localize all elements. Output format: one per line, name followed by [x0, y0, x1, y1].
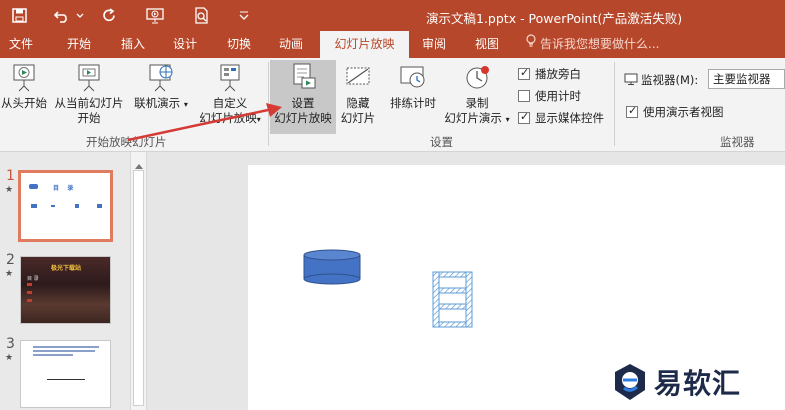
monitor-icon — [624, 73, 638, 88]
tab-file[interactable]: 文件 — [0, 31, 42, 58]
slide-thumbnail-3[interactable] — [20, 340, 111, 408]
tab-design[interactable]: 设计 — [162, 31, 208, 58]
tab-home[interactable]: 开始 — [56, 31, 102, 58]
setup-group-label: 设置 — [430, 135, 453, 149]
tab-review[interactable]: 审阅 — [412, 31, 456, 58]
thumb-text-line — [33, 354, 73, 356]
play-narrations-checkbox[interactable]: 播放旁白 — [518, 66, 581, 82]
show-media-controls-checkbox[interactable]: 显示媒体控件 — [518, 110, 604, 126]
play-narrations-check-box[interactable] — [518, 66, 530, 80]
monitor-selector-label: 监视器(M): — [624, 72, 698, 88]
tell-me-search[interactable]: 告诉我您想要做什么... — [526, 31, 659, 58]
thumb-text-line — [33, 350, 95, 352]
save-icon[interactable] — [8, 0, 30, 31]
shelf-shape[interactable] — [432, 271, 474, 329]
monitor-select[interactable]: 主要监视器 — [708, 69, 785, 89]
from-current-slide-label-2: 开始 — [77, 111, 101, 125]
thumb-shape — [31, 204, 37, 208]
show-media-controls-label: 显示媒体控件 — [535, 111, 604, 125]
rehearse-timings-label: 排练计时 — [390, 96, 436, 110]
use-timings-label: 使用计时 — [535, 89, 581, 103]
thumb-shape — [29, 184, 38, 189]
custom-slideshow-icon — [194, 60, 266, 96]
watermark-logo-icon — [615, 364, 645, 400]
thumb-shape — [51, 205, 55, 207]
slide-star-icon: ★ — [5, 269, 14, 279]
title-bar: 演示文稿1.pptx - PowerPoint(产品激活失败) — [0, 0, 785, 31]
record-slideshow-button[interactable]: 录制 幻灯片演示 ▾ — [440, 60, 514, 134]
tab-slideshow[interactable]: 幻灯片放映 — [320, 31, 409, 58]
annotation-arrow — [127, 103, 282, 142]
rehearse-timings-icon — [386, 60, 440, 96]
record-slideshow-label-1: 录制 — [465, 96, 489, 110]
presenter-view-check-box[interactable] — [626, 104, 638, 118]
site-watermark: 易软汇 — [612, 362, 741, 402]
from-beginning-label: 从头开始 — [1, 96, 47, 110]
redo-icon[interactable] — [98, 0, 120, 31]
slide-thumbnails-pane: 1 ★ 目 录 2 ★ 极光下载站 目 录 3 ★ — [0, 152, 130, 410]
from-current-slide-icon — [50, 60, 128, 96]
hide-slide-button[interactable]: 隐藏 幻灯片 — [338, 60, 378, 134]
thumb-shape — [27, 291, 32, 294]
tab-transitions[interactable]: 切换 — [216, 31, 262, 58]
customize-qat-icon[interactable] — [236, 0, 252, 31]
slide-thumbnail-2[interactable]: 极光下载站 目 录 — [20, 256, 111, 324]
record-slideshow-icon — [440, 60, 514, 96]
thumbnails-scrollbar[interactable] — [130, 152, 147, 410]
thumb-banner: 极光下载站 — [51, 265, 82, 272]
setup-slideshow-icon — [270, 60, 336, 96]
record-slideshow-label-2: 幻灯片演示 ▾ — [444, 111, 510, 125]
presenter-view-checkbox[interactable]: 使用演示者视图 — [626, 104, 724, 120]
thumb-shape — [27, 283, 32, 286]
slide-star-icon: ★ — [5, 353, 14, 363]
thumb-shape — [75, 204, 79, 208]
tell-me-placeholder: 告诉我您想要做什么... — [540, 37, 660, 51]
tab-view[interactable]: 视图 — [464, 31, 510, 58]
hide-slide-icon — [338, 60, 378, 96]
slide-thumbnail-1[interactable]: 目 录 — [18, 170, 113, 242]
window-title: 演示文稿1.pptx - PowerPoint(产品激活失败) — [426, 11, 683, 26]
lightbulb-icon — [526, 31, 536, 58]
group-divider — [614, 62, 615, 146]
thumb-line — [47, 379, 85, 380]
from-current-slide-button[interactable]: 从当前幻灯片 开始 — [50, 60, 128, 134]
monitor-group-label: 监视器 — [720, 135, 755, 149]
tab-insert[interactable]: 插入 — [110, 31, 156, 58]
undo-dropdown-icon[interactable] — [74, 0, 86, 31]
slideshow-start-icon[interactable] — [142, 0, 168, 31]
hide-slide-label-1: 隐藏 — [346, 96, 370, 110]
thumb-shape — [27, 299, 32, 302]
play-narrations-label: 播放旁白 — [535, 67, 581, 81]
from-beginning-button[interactable]: 从头开始 — [0, 60, 48, 134]
thumb-text-line — [33, 346, 99, 348]
present-online-icon — [132, 60, 190, 96]
undo-icon[interactable] — [52, 0, 72, 31]
thumb-shape — [97, 204, 102, 208]
slide-number: 1 — [6, 168, 15, 184]
use-timings-checkbox[interactable]: 使用计时 — [518, 88, 581, 104]
hide-slide-label-2: 幻灯片 — [340, 111, 376, 125]
cylinder-shape[interactable] — [303, 249, 363, 285]
ribbon-panel: 从头开始 从当前幻灯片 开始 联机演示 ▾ 自定义 幻灯片放映▾ 开始放映幻灯片… — [0, 58, 785, 152]
slide-star-icon: ★ — [5, 185, 14, 195]
scroll-thumb[interactable] — [133, 170, 144, 406]
rehearse-timings-button[interactable]: 排练计时 — [386, 60, 440, 134]
slide-number: 2 — [6, 252, 15, 268]
from-current-slide-label-1: 从当前幻灯片 — [54, 96, 124, 110]
slide-number: 3 — [6, 336, 15, 352]
print-preview-icon[interactable] — [190, 0, 212, 31]
ribbon-tabs: 文件 开始 插入 设计 切换 动画 幻灯片放映 审阅 视图 告诉我您想要做什么.… — [0, 31, 785, 58]
thumb-title: 目 录 — [53, 185, 74, 192]
watermark-text: 易软汇 — [654, 367, 742, 400]
from-beginning-icon — [0, 60, 48, 96]
show-media-controls-check-box[interactable] — [518, 110, 530, 124]
use-timings-check-box[interactable] — [518, 90, 530, 102]
presenter-view-label: 使用演示者视图 — [643, 105, 724, 119]
tab-animations[interactable]: 动画 — [268, 31, 314, 58]
thumb-menu: 目 录 — [27, 276, 39, 282]
